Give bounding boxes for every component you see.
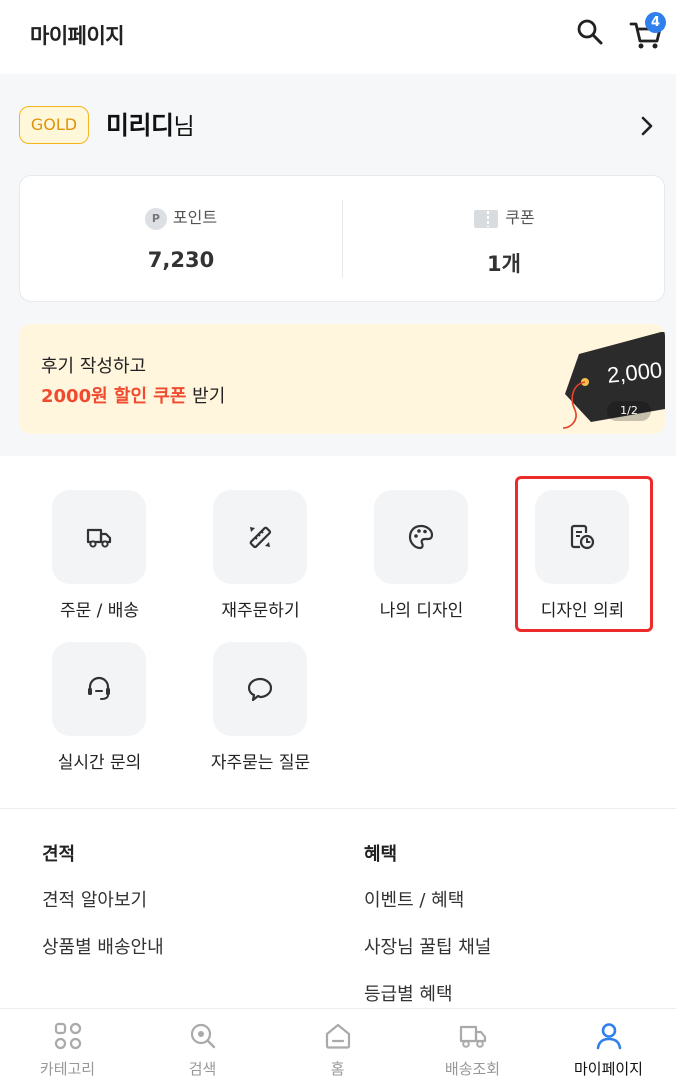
coupon-value: 1개 bbox=[487, 252, 521, 276]
menu-item-live-chat[interactable]: 실시간 문의 bbox=[19, 642, 180, 792]
menu-label: 재주문하기 bbox=[221, 601, 300, 621]
profile-row[interactable]: GOLD 미리디님 bbox=[0, 104, 676, 148]
palette-icon bbox=[408, 524, 434, 550]
bottom-nav: 카테고리 검색 홈 배송조회 마이페이지 bbox=[0, 1008, 676, 1080]
search-icon bbox=[577, 19, 603, 45]
banner-line2-rest: 받기 bbox=[186, 386, 226, 407]
nav-item-mypage[interactable]: 마이페이지 bbox=[541, 1009, 676, 1080]
link-tips-channel[interactable]: 사장님 꿀팁 채널 bbox=[364, 933, 664, 980]
estimate-links: 견적 견적 알아보기 상품별 배송안내 bbox=[42, 840, 342, 980]
section-divider bbox=[0, 808, 676, 809]
menu-item-faq[interactable]: 자주묻는 질문 bbox=[180, 642, 341, 792]
menu-tile bbox=[213, 642, 307, 736]
search-button[interactable] bbox=[574, 16, 606, 48]
user-name: 미리디님 bbox=[106, 106, 195, 142]
link-shipping-guide[interactable]: 상품별 배송안내 bbox=[42, 933, 342, 980]
banner-pager: 1/2 bbox=[607, 401, 651, 421]
menu-tile bbox=[213, 490, 307, 584]
point-icon: P bbox=[144, 207, 167, 230]
menu-item-my-design[interactable]: 나의 디자인 bbox=[341, 490, 502, 640]
nav-item-home[interactable]: 홈 bbox=[270, 1009, 405, 1080]
nav-item-delivery[interactable]: 배송조회 bbox=[405, 1009, 540, 1080]
headset-icon bbox=[88, 676, 110, 700]
nav-item-search[interactable]: 검색 bbox=[135, 1009, 270, 1080]
benefit-heading: 혜택 bbox=[364, 844, 398, 865]
banner-line2: 2000원 할인 쿠폰 받기 bbox=[41, 382, 225, 408]
chat-bubble-icon bbox=[247, 677, 273, 702]
home-icon bbox=[325, 1023, 351, 1049]
delivery-icon bbox=[459, 1025, 487, 1048]
nav-label: 마이페이지 bbox=[573, 1060, 643, 1078]
coupon-stat[interactable]: 쿠폰 1개 bbox=[343, 176, 665, 303]
review-promo-banner[interactable]: 후기 작성하고 2000원 할인 쿠폰 받기 2,000 1/2 bbox=[19, 324, 665, 434]
menu-tile bbox=[52, 490, 146, 584]
coupon-label: 쿠폰 bbox=[505, 208, 535, 227]
menu-label: 나의 디자인 bbox=[379, 601, 464, 621]
category-icon bbox=[54, 1022, 82, 1050]
user-name-text: 미리디 bbox=[106, 111, 174, 140]
point-value: 7,230 bbox=[147, 248, 215, 272]
design-request-icon bbox=[570, 524, 595, 550]
app-header: 마이페이지 4 bbox=[0, 0, 676, 74]
truck-icon bbox=[86, 528, 112, 548]
menu-tile bbox=[374, 490, 468, 584]
menu-item-order-delivery[interactable]: 주문 / 배송 bbox=[19, 490, 180, 640]
menu-item-reorder[interactable]: 재주문하기 bbox=[180, 490, 341, 640]
banner-highlight: 2000원 할인 쿠폰 bbox=[41, 386, 187, 407]
menu-label: 자주묻는 질문 bbox=[210, 753, 311, 773]
menu-label: 실시간 문의 bbox=[57, 753, 142, 773]
user-name-suffix: 님 bbox=[173, 114, 195, 140]
summary-section: GOLD 미리디님 P 포인트 7,230 쿠폰 1개 후기 작성하고 2000원… bbox=[0, 74, 676, 456]
search-icon bbox=[190, 1023, 216, 1049]
cart-count-badge: 4 bbox=[645, 12, 666, 33]
link-estimate-lookup[interactable]: 견적 알아보기 bbox=[42, 886, 342, 933]
nav-label: 배송조회 bbox=[444, 1060, 501, 1078]
grade-badge: GOLD bbox=[19, 106, 89, 144]
nav-label: 검색 bbox=[188, 1060, 217, 1078]
banner-line1: 후기 작성하고 bbox=[41, 356, 147, 377]
stats-card: P 포인트 7,230 쿠폰 1개 bbox=[19, 175, 665, 302]
user-icon bbox=[596, 1023, 622, 1050]
link-events[interactable]: 이벤트 / 혜택 bbox=[364, 886, 664, 933]
benefit-links: 혜택 이벤트 / 혜택 사장님 꿀팁 채널 등급별 혜택 bbox=[364, 840, 664, 1027]
menu-label: 디자인 의뢰 bbox=[540, 601, 625, 621]
menu-tile bbox=[52, 642, 146, 736]
chevron-right-icon bbox=[641, 116, 653, 136]
coupon-header: 쿠폰 bbox=[343, 204, 665, 229]
nav-label: 홈 bbox=[330, 1060, 345, 1078]
coupon-icon bbox=[474, 209, 499, 228]
estimate-heading: 견적 bbox=[42, 844, 76, 865]
nav-item-category[interactable]: 카테고리 bbox=[0, 1009, 135, 1080]
nav-label: 카테고리 bbox=[39, 1060, 96, 1078]
point-header: P 포인트 bbox=[20, 204, 342, 230]
point-stat[interactable]: P 포인트 7,230 bbox=[20, 176, 342, 303]
menu-label: 주문 / 배송 bbox=[59, 601, 140, 621]
menu-tile bbox=[535, 490, 629, 584]
reorder-icon bbox=[249, 526, 272, 549]
point-label: 포인트 bbox=[172, 208, 218, 227]
page-title: 마이페이지 bbox=[30, 24, 125, 48]
menu-item-design-request[interactable]: 디자인 의뢰 bbox=[502, 490, 663, 640]
